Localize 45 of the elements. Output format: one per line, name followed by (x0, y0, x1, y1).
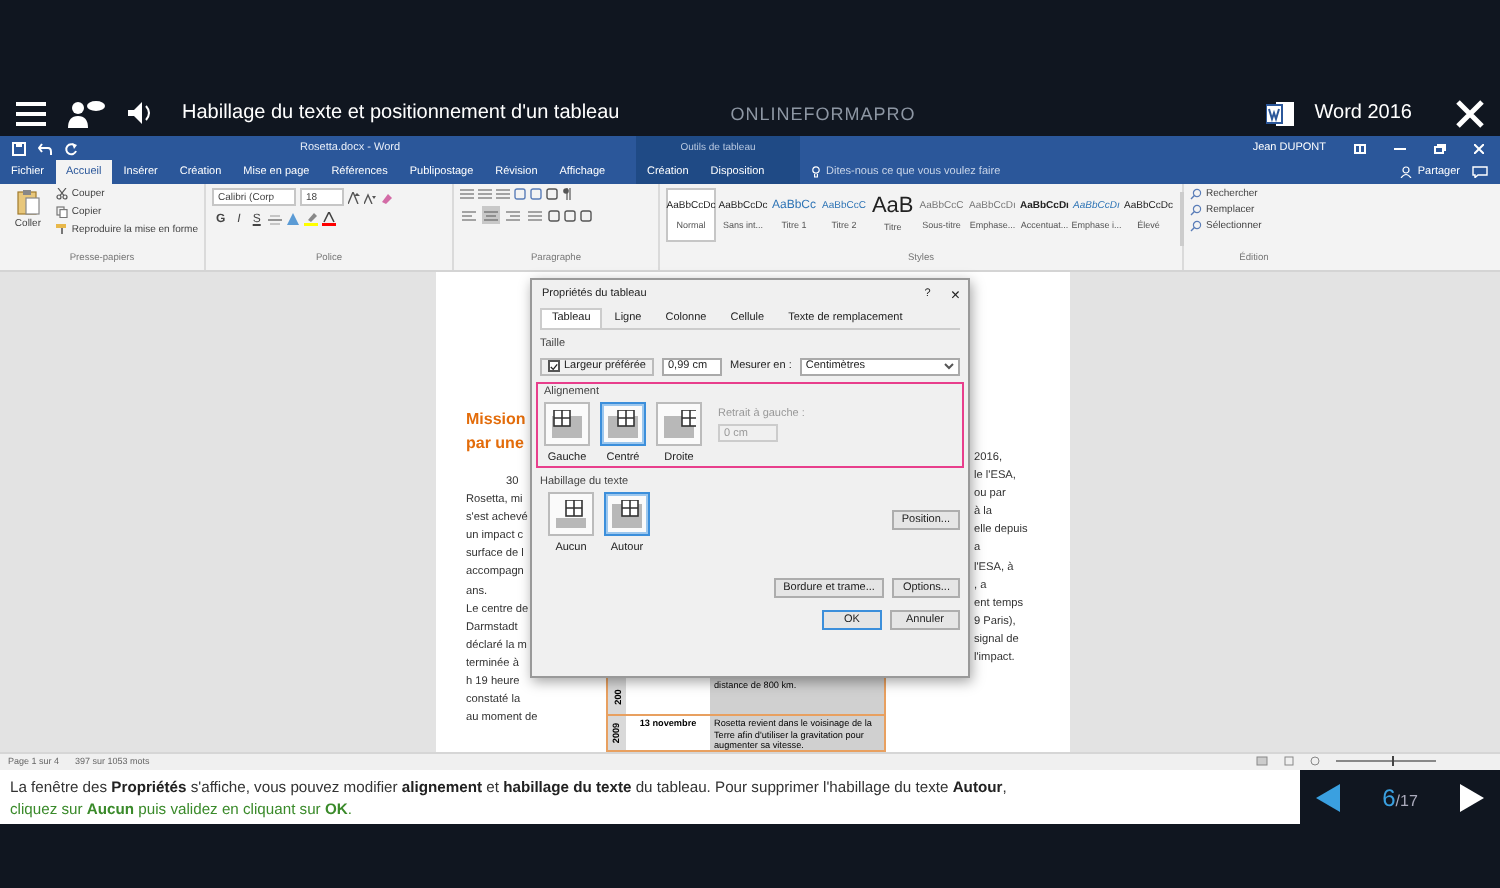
alignment-option[interactable] (600, 402, 646, 446)
slide-counter: 6/17 (1382, 781, 1418, 815)
wrapping-option[interactable] (604, 492, 650, 536)
heading-text: Mission (466, 408, 526, 432)
web-layout-icon[interactable] (1310, 756, 1320, 766)
restore-icon[interactable] (1434, 143, 1446, 153)
word-logo-icon (1266, 101, 1295, 125)
lesson-title: Habillage du texte et positionnement d'un tableau (182, 102, 620, 124)
search-icon (1190, 188, 1202, 200)
chevron-down-icon (944, 362, 954, 370)
person-icon (1399, 166, 1412, 178)
redo-icon[interactable] (64, 141, 78, 155)
shrink-font-icon[interactable] (364, 191, 376, 203)
undo-icon[interactable] (38, 141, 52, 155)
alignment-option[interactable] (544, 402, 590, 446)
checkmark-icon (550, 361, 558, 371)
minimize-icon[interactable] (1394, 143, 1406, 153)
next-icon[interactable] (1460, 783, 1484, 811)
pilcrow-icon[interactable] (562, 188, 572, 200)
eraser-icon[interactable] (380, 191, 392, 203)
close-icon[interactable] (1456, 99, 1484, 127)
alignment-option[interactable] (656, 402, 702, 446)
wrapping-option[interactable] (548, 492, 594, 536)
scroll-bar[interactable] (1179, 192, 1184, 246)
save-icon[interactable] (12, 141, 26, 155)
speaker-icon[interactable] (126, 100, 154, 126)
menu-icon[interactable] (16, 101, 46, 125)
previous-icon[interactable] (1316, 783, 1340, 811)
ribbon-display-icon[interactable] (1354, 143, 1366, 153)
heading-text: par une (466, 432, 524, 456)
font-color-icon[interactable] (322, 212, 337, 226)
text-effects-icon[interactable] (286, 212, 301, 226)
copy-icon (55, 206, 68, 218)
strikethrough-icon[interactable] (268, 213, 283, 225)
brand-name: ONLINEFORMAPRO (728, 103, 918, 123)
close-icon[interactable] (1474, 143, 1484, 153)
comment-icon[interactable] (1472, 166, 1488, 178)
presenter-icon[interactable] (66, 99, 106, 127)
app-name: Word 2016 (1314, 102, 1412, 124)
scissors-icon (55, 188, 68, 200)
close-button[interactable]: × (950, 285, 960, 303)
multilevel-list-icon[interactable] (496, 188, 510, 200)
paintbrush-icon (55, 224, 68, 236)
grow-font-icon[interactable] (348, 191, 360, 203)
lightbulb-icon (812, 166, 820, 178)
